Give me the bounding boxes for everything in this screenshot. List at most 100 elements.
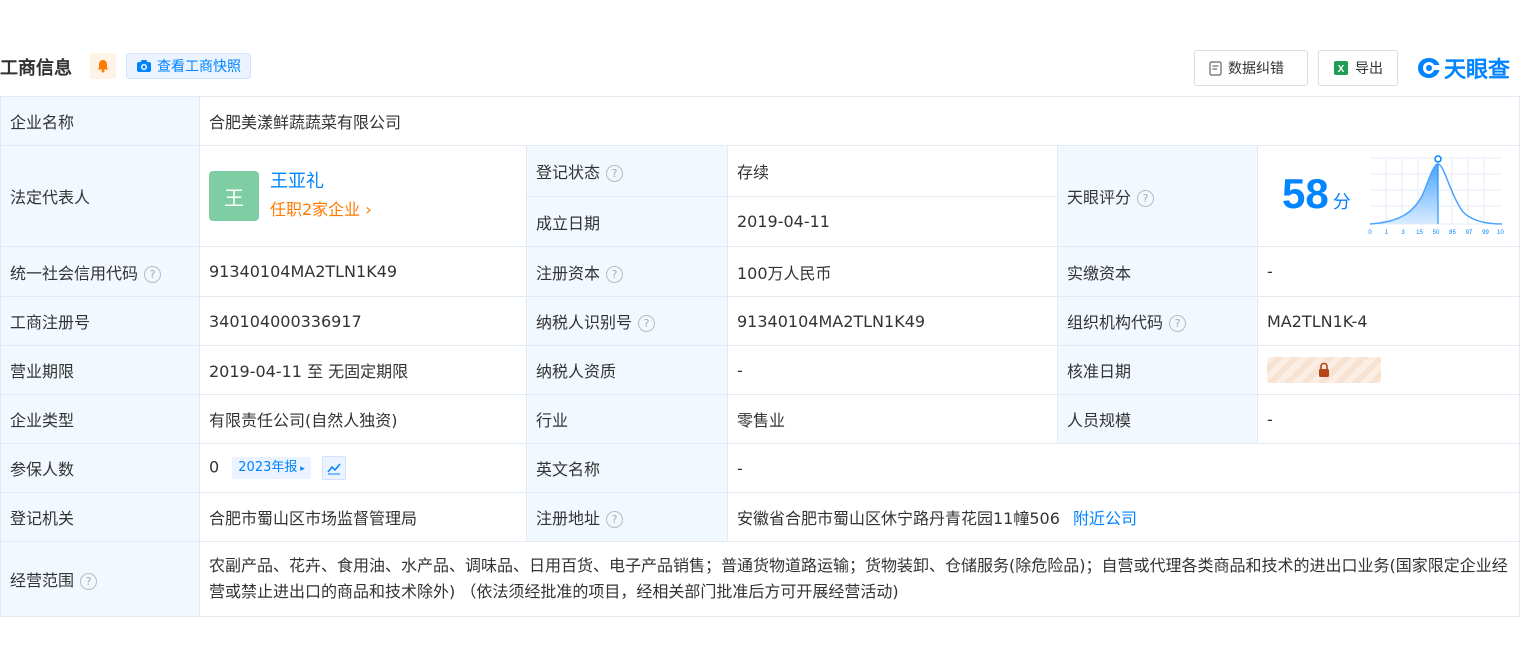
help-icon[interactable]: ? — [638, 315, 656, 332]
view-snapshot-label: 查看工商快照 — [157, 59, 241, 75]
company-name: 合肥美漾鲜蔬蔬菜有限公司 — [199, 96, 1520, 146]
table-row: 营业期限 2019-04-11 至 无固定期限 纳税人资质 - 核准日期 — [0, 345, 1520, 395]
table-row: 企业类型 有限责任公司(自然人独资) 行业 零售业 人员规模 - — [0, 394, 1520, 444]
data-correction-label: 数据纠错 — [1228, 61, 1284, 77]
help-icon[interactable]: ? — [606, 265, 624, 283]
credit-code: 91340104MA2TLN1K49 — [199, 246, 527, 297]
help-icon[interactable]: ? — [80, 573, 98, 590]
taxpayer-qual-label: 纳税人资质 — [526, 345, 728, 395]
reg-capital-label: 注册资本 — [536, 263, 601, 283]
score-axis-tick: 99 — [1482, 230, 1489, 236]
legal-rep-label: 法定代表人 — [0, 145, 200, 247]
address-cell: 安徽省合肥市蜀山区休宁路丹青花园11幢506 附近公司 — [727, 492, 1520, 542]
bell-icon[interactable] — [90, 53, 116, 79]
annual-report-label: 2023年报 — [238, 460, 298, 475]
score-axis-tick: 100 — [1497, 230, 1504, 236]
taxpayer-id-label: 纳税人识别号 — [536, 313, 633, 332]
avatar[interactable]: 王 — [209, 171, 259, 221]
locked-value[interactable] — [1267, 357, 1381, 383]
chevron-right-icon: › — [360, 200, 372, 219]
view-snapshot-button[interactable]: 查看工商快照 — [126, 53, 251, 79]
insured-label: 参保人数 — [0, 443, 200, 493]
org-code: MA2TLN1K-4 — [1257, 296, 1520, 346]
founded-label: 成立日期 — [526, 196, 728, 247]
export-button[interactable]: X 导出 — [1318, 50, 1398, 86]
founded-date: 2019-04-11 — [727, 196, 1058, 247]
score-value: 58 — [1282, 170, 1329, 217]
taxpayer-id: 91340104MA2TLN1K49 — [727, 296, 1058, 346]
staff-size: - — [1257, 394, 1520, 444]
org-code-label-cell: 组织机构代码? — [1057, 296, 1258, 346]
data-correction-button[interactable]: 数据纠错 — [1194, 50, 1308, 86]
help-icon[interactable]: ? — [606, 511, 624, 528]
section-title: 工商信息 — [0, 58, 72, 79]
table-row: 工商注册号 340104000336917 纳税人识别号? 91340104MA… — [0, 296, 1520, 346]
org-code-label: 组织机构代码 — [1067, 313, 1164, 332]
score-label-cell: 天眼评分? — [1057, 145, 1258, 247]
legal-rep-positions-text: 任职2家企业 — [270, 200, 361, 219]
table-row: 统一社会信用代码? 91340104MA2TLN1K49 注册资本? 100万人… — [0, 246, 1520, 297]
tianyancha-logo-icon — [1418, 58, 1440, 78]
staff-size-label: 人员规模 — [1057, 394, 1258, 444]
reg-status-label-cell: 登记状态? — [526, 145, 728, 197]
annual-report-tag[interactable]: 2023年报 ▸ — [232, 457, 311, 479]
business-term: 2019-04-11 至 无固定期限 — [199, 345, 527, 395]
approved-date-cell — [1257, 345, 1520, 395]
type-label: 企业类型 — [0, 394, 200, 444]
address-label: 注册地址 — [536, 509, 601, 528]
score-unit: 分 — [1332, 192, 1351, 213]
score-axis-tick: 15 — [1416, 230, 1423, 236]
reg-capital: 100万人民币 — [727, 246, 1058, 297]
reg-no: 340104000336917 — [199, 296, 527, 346]
scope-label: 经营范围 — [10, 571, 75, 590]
credit-code-label-cell: 统一社会信用代码? — [0, 246, 200, 297]
table-row: 参保人数 0 2023年报 ▸ 英文名称 - — [0, 443, 1520, 493]
lock-icon — [1319, 362, 1329, 377]
help-icon[interactable]: ? — [606, 165, 624, 182]
approved-date-label: 核准日期 — [1057, 345, 1258, 395]
insured-cell: 0 2023年报 ▸ — [199, 443, 527, 493]
industry-label: 行业 — [526, 394, 728, 444]
business-info-table: 企业名称 合肥美漾鲜蔬蔬菜有限公司 法定代表人 王 王亚礼 任职2家企业 › 登… — [0, 96, 1520, 617]
score-axis-tick: 50 — [1433, 230, 1440, 236]
address-label-cell: 注册地址? — [526, 492, 728, 542]
nearby-companies-link[interactable]: 附近公司 — [1073, 509, 1137, 528]
industry: 零售业 — [727, 394, 1058, 444]
tianyancha-logo[interactable]: 天眼查 — [1416, 52, 1510, 84]
paid-capital-label: 实缴资本 — [1057, 246, 1258, 297]
reg-status-label: 登记状态 — [536, 163, 601, 182]
taxpayer-id-label-cell: 纳税人识别号? — [526, 296, 728, 346]
caret-right-icon: ▸ — [297, 464, 305, 474]
score-cell[interactable]: 58 分 0 1 3 15 50 85 97 99 100 — [1257, 145, 1520, 247]
insured-count: 0 — [209, 457, 220, 477]
paid-capital: - — [1257, 246, 1520, 297]
reg-status: 存续 — [727, 145, 1058, 197]
score-axis-tick: 85 — [1449, 230, 1456, 236]
legal-rep-positions-link[interactable]: 任职2家企业 › — [270, 196, 372, 224]
score-axis-tick: 1 — [1385, 230, 1389, 236]
english-name: - — [727, 443, 1520, 493]
trend-chart-icon[interactable] — [321, 456, 346, 480]
term-label: 营业期限 — [0, 345, 200, 395]
reg-capital-label-cell: 注册资本? — [526, 246, 728, 297]
company-name-label: 企业名称 — [0, 96, 200, 146]
company-type: 有限责任公司(自然人独资) — [199, 394, 527, 444]
excel-icon: X — [1334, 61, 1348, 75]
logo-text: 天眼查 — [1444, 58, 1511, 83]
english-name-label: 英文名称 — [526, 443, 728, 493]
table-row: 登记机关 合肥市蜀山区市场监督管理局 注册地址? 安徽省合肥市蜀山区休宁路丹青花… — [0, 492, 1520, 542]
reg-authority: 合肥市蜀山区市场监督管理局 — [199, 492, 527, 542]
export-label: 导出 — [1355, 61, 1383, 77]
camera-icon — [137, 60, 151, 72]
legal-rep-name-link[interactable]: 王亚礼 — [270, 168, 372, 196]
business-scope: 农副产品、花卉、食用油、水产品、调味品、日用百货、电子产品销售；普通货物道路运输… — [199, 541, 1520, 617]
score-curve-chart: 0 1 3 15 50 85 97 99 100 — [1368, 155, 1504, 236]
help-icon[interactable]: ? — [1169, 315, 1187, 332]
score-axis-tick: 0 — [1368, 230, 1372, 236]
section-header: 工商信息 查看工商快照 数据纠错 X 导出 天眼查 — [0, 48, 1526, 88]
reg-address: 安徽省合肥市蜀山区休宁路丹青花园11幢506 — [737, 509, 1060, 528]
help-icon[interactable]: ? — [1137, 190, 1155, 207]
score-axis-tick: 97 — [1466, 230, 1473, 236]
taxpayer-qual: - — [727, 345, 1058, 395]
help-icon[interactable]: ? — [144, 265, 162, 283]
